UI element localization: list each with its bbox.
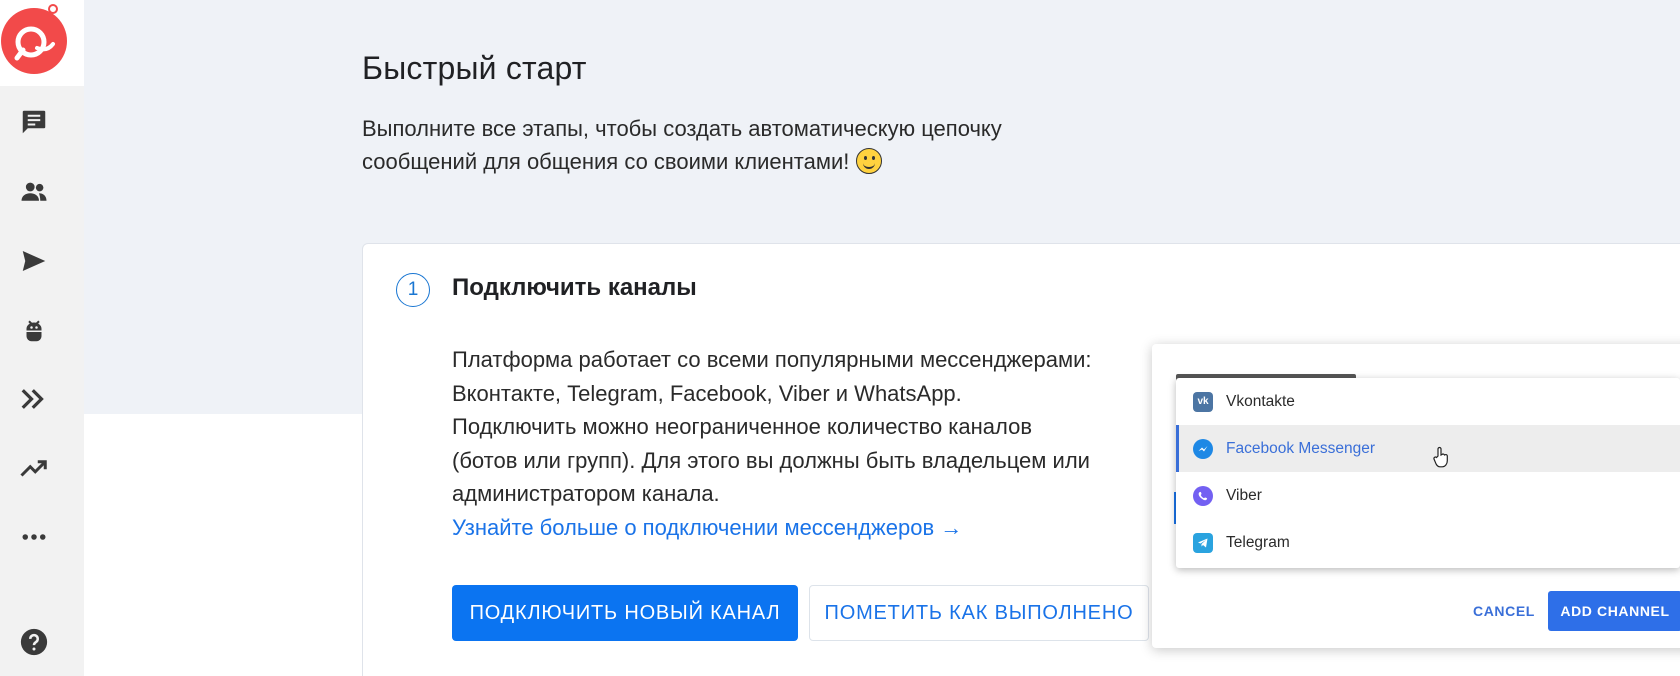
step-title: Подключить каналы xyxy=(452,274,697,301)
option-telegram[interactable]: Telegram xyxy=(1176,519,1680,566)
smile-emoji-icon xyxy=(855,148,882,174)
double-chevron-icon[interactable] xyxy=(14,379,54,419)
hand-cursor-icon xyxy=(1433,446,1448,468)
dialog-add-channel-button[interactable]: ADD CHANNEL xyxy=(1548,591,1680,631)
android-bot-icon[interactable] xyxy=(14,310,54,350)
channel-dropdown[interactable]: vk Vkontakte Facebook Messenger Viber Te… xyxy=(1176,378,1680,568)
page-subtitle: Выполните все этапы, чтобы создать автом… xyxy=(362,116,1002,174)
more-dots-icon[interactable] xyxy=(14,517,54,557)
option-facebook-messenger[interactable]: Facebook Messenger xyxy=(1176,425,1680,472)
mark-done-button[interactable]: ПОМЕТИТЬ КАК ВЫПОЛНЕНО xyxy=(809,585,1149,641)
hero-section: Быстрый старт Выполните все этапы, чтобы… xyxy=(84,0,1680,676)
page-title: Быстрый старт xyxy=(362,50,587,86)
add-channel-dialog: vk Vkontakte Facebook Messenger Viber Te… xyxy=(1152,344,1680,648)
vk-icon: vk xyxy=(1193,391,1213,412)
logo[interactable] xyxy=(0,0,84,86)
step-card: 1 Подключить каналы Платформа работает с… xyxy=(362,243,1680,676)
trending-up-icon[interactable] xyxy=(14,448,54,488)
messenger-icon xyxy=(1193,438,1213,459)
connect-channel-button[interactable]: ПОДКЛЮЧИТЬ НОВЫЙ КАНАЛ xyxy=(452,585,798,641)
option-viber[interactable]: Viber xyxy=(1176,472,1680,519)
step-description-text: Платформа работает со всеми популярными … xyxy=(452,347,1092,506)
logo-icon xyxy=(1,8,67,74)
sidebar xyxy=(0,0,84,676)
learn-more-link[interactable]: Узнайте больше о подключении мессенджеро… xyxy=(452,511,1092,545)
chat-icon[interactable] xyxy=(14,102,54,142)
users-icon[interactable] xyxy=(14,172,54,212)
help-icon[interactable] xyxy=(14,622,54,662)
send-icon[interactable] xyxy=(14,241,54,281)
step-number: 1 xyxy=(396,273,430,307)
dialog-cancel-button[interactable]: CANCEL xyxy=(1457,591,1551,631)
option-vkontakte[interactable]: vk Vkontakte xyxy=(1176,378,1680,425)
telegram-icon xyxy=(1193,532,1213,553)
logo-dot xyxy=(48,4,58,14)
viber-icon xyxy=(1193,485,1213,506)
step-description: Платформа работает со всеми популярными … xyxy=(452,343,1092,544)
